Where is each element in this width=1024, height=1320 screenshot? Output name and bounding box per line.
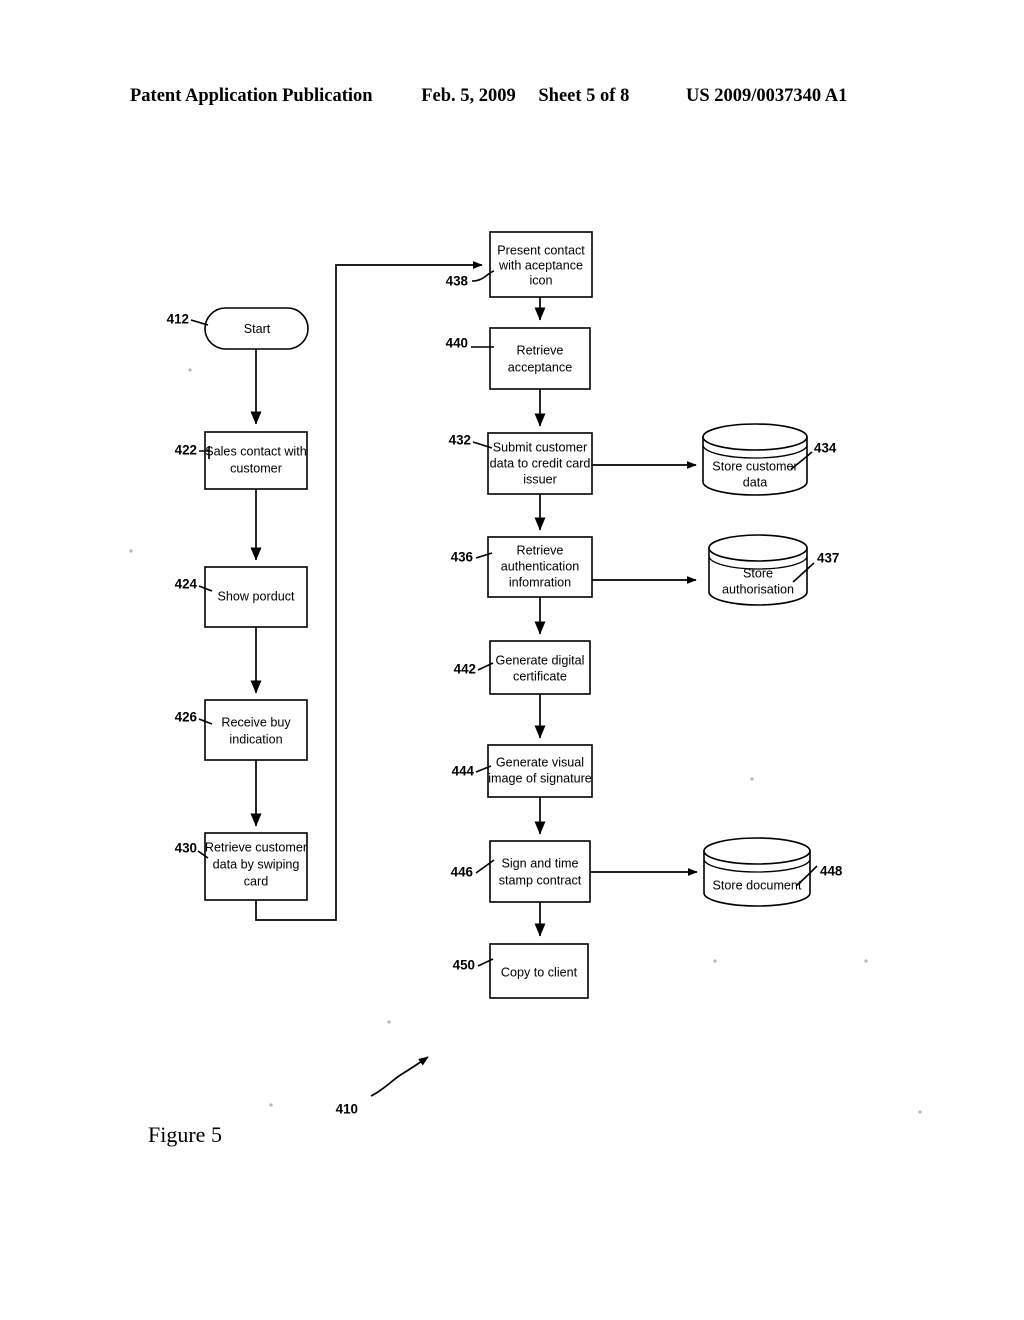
node-store-authorisation-label-line1: Store — [743, 566, 773, 580]
node-generate-visual-image-label-line1: Generate visual — [496, 755, 584, 769]
node-present-contact-label-line1: Present contact — [497, 243, 585, 257]
diagram-reference-410: 410 — [336, 1056, 429, 1117]
scan-speck — [713, 959, 717, 963]
node-submit-customer-data[interactable]: 432 Submit customer data to credit card … — [449, 432, 593, 495]
node-copy-to-client-label: Copy to client — [501, 965, 578, 979]
node-generate-visual-image[interactable]: 444 Generate visual image of signature — [452, 744, 593, 798]
node-present-contact-label-line2: with aceptance — [498, 258, 583, 272]
node-sign-timestamp[interactable]: 446 Sign and time stamp contract — [451, 840, 591, 903]
ref-number-444: 444 — [452, 764, 475, 779]
node-retrieve-authentication[interactable]: 436 Retrieve authentication infomration — [451, 536, 593, 598]
ref-number-412: 412 — [167, 312, 189, 327]
ref-number-430: 430 — [175, 841, 197, 856]
node-retrieve-authentication-label-line2: authentication — [501, 559, 579, 573]
node-retrieve-acceptance-label-line1: Retrieve — [517, 343, 564, 357]
scan-speck — [188, 368, 192, 372]
node-store-customer-data-label-line2: data — [743, 475, 768, 489]
figure-caption: Figure 5 — [148, 1122, 222, 1147]
node-store-authorisation[interactable]: Store authorisation 437 — [708, 534, 839, 606]
node-receive-buy-label-line2: indication — [229, 732, 282, 746]
node-retrieve-acceptance-label-line2: acceptance — [508, 360, 572, 374]
patent-drawing-page: Patent Application Publication Feb. 5, 2… — [0, 0, 1024, 1320]
node-copy-to-client[interactable]: 450 Copy to client — [453, 943, 589, 999]
ref-number-422: 422 — [175, 443, 197, 458]
node-generate-certificate-label-line1: Generate digital — [496, 653, 585, 667]
node-store-customer-data-top — [702, 423, 808, 451]
node-submit-customer-data-label-line2: data to credit card — [490, 456, 591, 470]
node-store-authorisation-label-line2: authorisation — [722, 582, 794, 596]
node-store-customer-data[interactable]: Store customer data 434 — [702, 423, 837, 496]
node-store-document-top — [703, 837, 811, 865]
ref-number-446: 446 — [451, 865, 473, 880]
scan-speck — [750, 777, 754, 781]
node-retrieve-acceptance-shape — [489, 327, 591, 390]
ref-number-440: 440 — [446, 336, 468, 351]
node-retrieve-customer-data-label-line2: data by swiping — [213, 857, 300, 871]
ref-number-442: 442 — [454, 662, 476, 677]
ref-number-434: 434 — [814, 441, 837, 456]
node-sign-timestamp-label-line1: Sign and time — [501, 856, 578, 870]
leader-410-arrow — [370, 1056, 429, 1097]
node-sign-timestamp-shape — [489, 840, 591, 903]
node-start-label: Start — [244, 322, 271, 336]
ref-number-450: 450 — [453, 958, 475, 973]
node-show-product-label: Show porduct — [217, 589, 295, 603]
node-retrieve-acceptance[interactable]: 440 Retrieve acceptance — [446, 327, 591, 390]
node-generate-certificate-label-line2: certificate — [513, 669, 567, 683]
node-show-product[interactable]: 424 Show porduct — [175, 566, 308, 628]
ref-number-448: 448 — [820, 864, 843, 879]
scan-speck — [387, 1020, 391, 1024]
node-receive-buy-label-line1: Receive buy — [221, 715, 291, 729]
node-sales-contact[interactable]: 422 Sales contact with customer — [175, 431, 308, 490]
node-store-customer-data-label-line1: Store customer — [712, 459, 797, 473]
node-store-authorisation-top — [708, 534, 808, 562]
node-sales-contact-label-line2: customer — [230, 461, 282, 475]
scan-speck — [269, 1103, 273, 1107]
scan-speck — [918, 1110, 922, 1114]
node-generate-certificate[interactable]: 442 Generate digital certificate — [454, 640, 591, 695]
node-store-document[interactable]: Store document 448 — [703, 837, 843, 907]
node-store-document-label: Store document — [713, 878, 802, 892]
node-receive-buy[interactable]: 426 Receive buy indication — [175, 699, 308, 761]
ref-number-437: 437 — [817, 551, 839, 566]
node-retrieve-customer-data-label-line1: Retrieve customer — [205, 840, 307, 854]
node-sign-timestamp-label-line2: stamp contract — [499, 873, 582, 887]
ref-number-426: 426 — [175, 710, 197, 725]
scan-speck — [129, 549, 133, 553]
node-receive-buy-shape — [204, 699, 308, 761]
node-retrieve-authentication-label-line3: infomration — [509, 575, 571, 589]
node-retrieve-customer-data-label-line3: card — [244, 874, 269, 888]
node-generate-certificate-shape — [489, 640, 591, 695]
node-retrieve-customer-data[interactable]: 430 Retrieve customer data by swiping ca… — [175, 832, 308, 901]
node-sales-contact-label-line1: Sales contact with — [205, 444, 307, 458]
ref-number-436: 436 — [451, 550, 473, 565]
node-start[interactable]: Start 412 — [167, 307, 309, 350]
node-generate-visual-image-label-line2: image of signature — [488, 771, 592, 785]
ref-number-424: 424 — [175, 577, 198, 592]
scan-speck — [864, 959, 868, 963]
ref-number-438: 438 — [446, 274, 469, 289]
node-present-contact-label-line3: icon — [529, 273, 552, 287]
node-submit-customer-data-label-line3: issuer — [523, 472, 557, 486]
ref-number-432: 432 — [449, 433, 471, 448]
ref-number-410: 410 — [336, 1102, 358, 1117]
node-retrieve-authentication-label-line1: Retrieve — [517, 543, 564, 557]
node-submit-customer-data-label-line1: Submit customer — [493, 440, 587, 454]
